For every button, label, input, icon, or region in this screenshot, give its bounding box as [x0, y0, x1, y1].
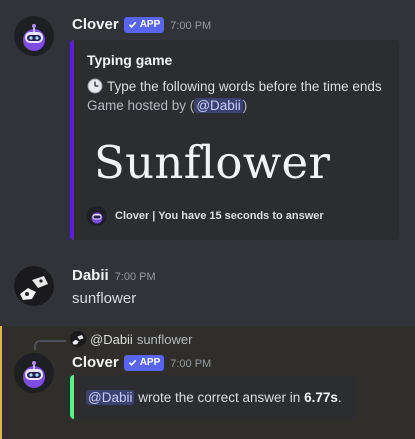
- clover-avatar-icon[interactable]: [14, 16, 54, 56]
- timestamp: 7:00 PM: [170, 20, 212, 32]
- clock-icon: [87, 78, 103, 94]
- app-badge: APP: [123, 16, 165, 33]
- username[interactable]: Dabii: [72, 267, 109, 284]
- message-dabii: Dabii 7:00 PM sunflower: [0, 250, 415, 320]
- footer-robot-icon: [87, 206, 107, 226]
- message-header: Clover APP 7:00 PM: [72, 354, 211, 371]
- checkmark-icon: [128, 359, 137, 366]
- host-mention[interactable]: @Dabii: [194, 98, 243, 113]
- game-embed: Typing game Type the following words bef…: [70, 40, 399, 240]
- message-header: Clover APP 7:00 PM: [72, 16, 211, 33]
- chat-area: Clover APP 7:00 PM Typing game Type the …: [0, 0, 415, 439]
- timestamp: 7:00 PM: [170, 358, 212, 370]
- dabii-avatar-icon[interactable]: [14, 266, 54, 306]
- checkmark-icon: [128, 21, 137, 28]
- username[interactable]: Clover: [72, 354, 119, 371]
- embed-title: Typing game: [87, 52, 173, 68]
- embed-footer: Clover | You have 15 seconds to answer: [87, 206, 324, 226]
- embed-host-line: Game hosted by (@Dabii): [87, 98, 248, 113]
- app-badge: APP: [123, 354, 165, 371]
- result-embed: @Dabii wrote the correct answer in 6.77s…: [70, 375, 356, 419]
- answer-time: 6.77s: [304, 389, 338, 405]
- timestamp: 7:00 PM: [114, 271, 156, 283]
- message-header: Dabii 7:00 PM: [72, 267, 156, 284]
- target-word: Sunflower: [94, 136, 331, 189]
- embed-description: Type the following words before the time…: [87, 78, 382, 94]
- message-text: sunflower: [72, 290, 137, 307]
- message-clover-game: Clover APP 7:00 PM Typing game Type the …: [0, 0, 415, 250]
- username[interactable]: Clover: [72, 16, 119, 33]
- clover-avatar-icon[interactable]: [14, 353, 54, 393]
- result-mention[interactable]: @Dabii: [86, 389, 135, 405]
